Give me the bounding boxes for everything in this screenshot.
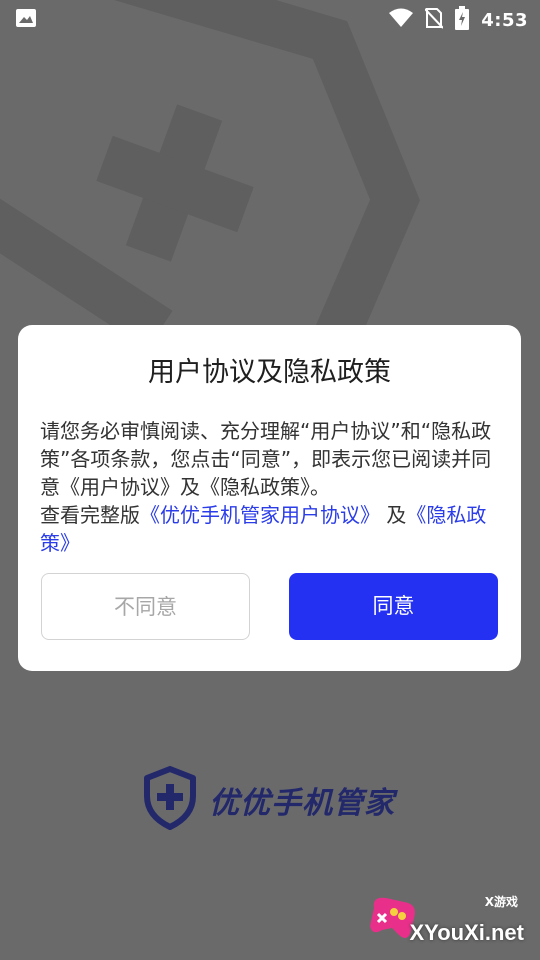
dialog-paragraph-terms: 请您务必审慎阅读、充分理解“用户协议”和“隐私政策”各项条款，您点击“同意”，即… [40, 419, 492, 499]
privacy-dialog: 用户协议及隐私政策 请您务必审慎阅读、充分理解“用户协议”和“隐私政策”各项条款… [18, 325, 521, 671]
status-bar: 4:53 [0, 0, 540, 36]
dialog-paragraph-links: 查看完整版《优优手机管家用户协议》 及《隐私政策》 [40, 501, 500, 557]
watermark-small-text: X游戏 [484, 895, 518, 909]
watermark-text: XYouXi.net [409, 920, 525, 945]
user-agreement-link[interactable]: 《优优手机管家用户协议》 [140, 503, 380, 527]
disagree-button[interactable]: 不同意 [41, 573, 250, 640]
agree-button[interactable]: 同意 [289, 573, 498, 640]
no-sim-icon [424, 7, 444, 33]
status-time: 4:53 [481, 9, 528, 31]
app-brand: 优优手机管家 [143, 766, 395, 834]
shield-plus-icon [143, 766, 197, 834]
view-full-text: 查看完整版 [40, 503, 140, 527]
and-text: 及 [386, 503, 407, 527]
battery-icon [455, 6, 470, 34]
site-watermark: X游戏 XYouXi.net [364, 890, 532, 950]
image-icon [16, 9, 36, 31]
dialog-body: 请您务必审慎阅读、充分理解“用户协议”和“隐私政策”各项条款，您点击“同意”，即… [40, 417, 500, 557]
dialog-title: 用户协议及隐私政策 [148, 357, 391, 388]
app-name: 优优手机管家 [209, 786, 395, 821]
wifi-icon [389, 8, 414, 32]
